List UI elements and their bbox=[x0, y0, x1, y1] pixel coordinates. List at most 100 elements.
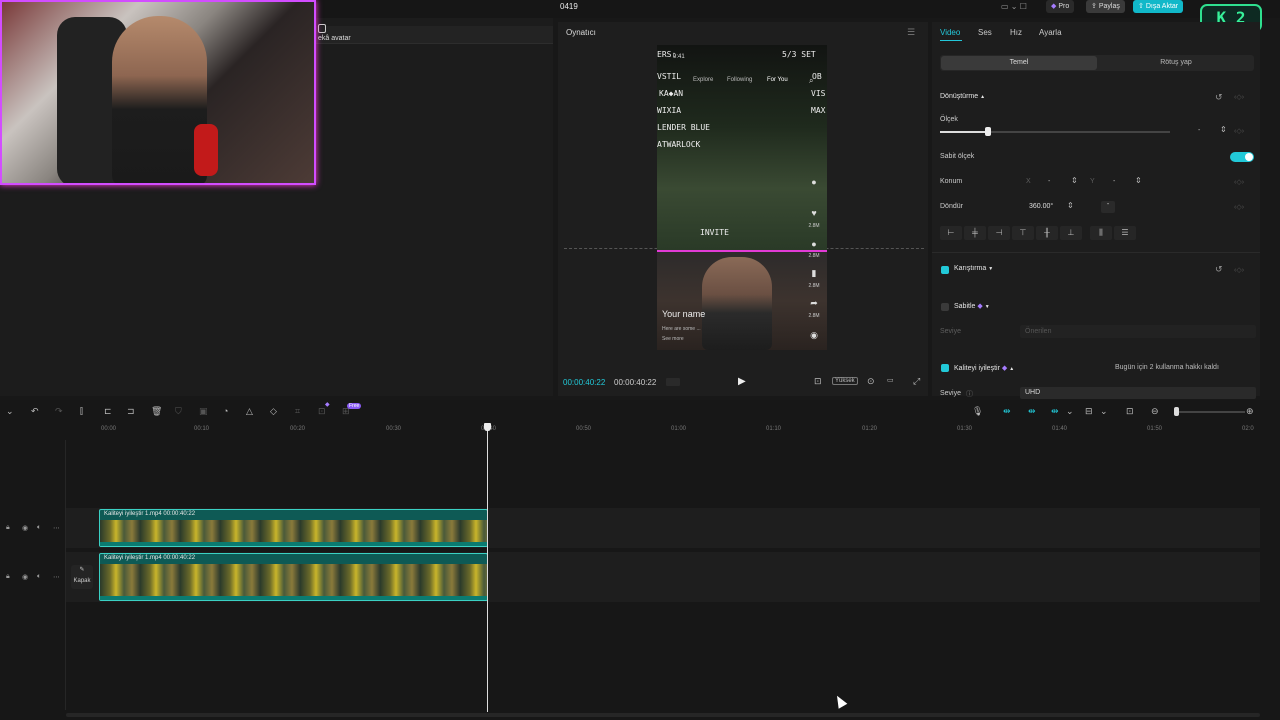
preview-right-item: VIS bbox=[811, 89, 826, 98]
subtab-retouch[interactable]: Rötuş yap bbox=[1098, 56, 1254, 70]
aspect-ratio-icon[interactable]: ▭ bbox=[887, 376, 894, 384]
freeze-icon[interactable]: ▣ bbox=[199, 406, 208, 417]
tab-speed[interactable]: Hız bbox=[1010, 28, 1022, 37]
enhance-checkbox[interactable] bbox=[941, 364, 949, 372]
chevron-down-icon[interactable]: ⌄ bbox=[1100, 406, 1108, 417]
distribute-v-icon[interactable]: ☰ bbox=[1114, 226, 1136, 240]
blend-checkbox[interactable] bbox=[941, 266, 949, 274]
zoom-slider[interactable] bbox=[1175, 411, 1245, 413]
align-center-v-icon[interactable]: ╫ bbox=[1036, 226, 1058, 240]
align-top-icon[interactable]: ⊤ bbox=[1012, 226, 1034, 240]
lock-icon[interactable]: 🔒︎ bbox=[6, 573, 10, 581]
share-button[interactable]: ⇪ Paylaş bbox=[1086, 0, 1125, 13]
pro-button[interactable]: ◆ Pro bbox=[1046, 0, 1075, 13]
redo-icon[interactable]: ↷ bbox=[55, 406, 63, 417]
layout-icon[interactable]: ▭ ⌄ ☐ bbox=[1001, 2, 1027, 11]
quality-button[interactable]: Yüksek bbox=[832, 377, 858, 385]
mirror-icon[interactable]: △ bbox=[246, 406, 253, 417]
tab-adjust[interactable]: Ayarla bbox=[1039, 28, 1062, 37]
speed-icon[interactable]: ◔ bbox=[223, 406, 228, 416]
video-preview[interactable]: ERS: 9:41 5/3 SET Explore Following For … bbox=[657, 45, 827, 350]
stabilize-section-title[interactable]: Sabitle ◆ ▼ bbox=[954, 302, 990, 310]
tab-audio[interactable]: Ses bbox=[978, 28, 992, 37]
scale-stepper[interactable]: ⇕ bbox=[1220, 125, 1227, 134]
current-time: 00:00:40:22 bbox=[563, 378, 606, 387]
magnet-icon[interactable]: ⇹ bbox=[1028, 406, 1036, 417]
enhance-section-title[interactable]: Kaliteyi iyileştir ◆ ▲ bbox=[954, 364, 1014, 372]
lock-icon[interactable]: 🔒︎ bbox=[6, 524, 10, 532]
chevron-down-icon[interactable]: ⌄ bbox=[1066, 406, 1074, 417]
preview-axis-icon[interactable]: ⊡ bbox=[1126, 406, 1134, 417]
info-icon[interactable]: ⓘ bbox=[966, 389, 973, 399]
zoom-fit-icon[interactable]: ⊙ bbox=[867, 376, 875, 387]
diamond-icon: ◆ bbox=[325, 402, 330, 408]
transform-section-title[interactable]: Dönüştürme ▲ bbox=[940, 93, 985, 100]
keyframe-icon[interactable]: ‹◇› bbox=[1234, 127, 1244, 135]
scale-value[interactable]: - bbox=[1198, 127, 1200, 134]
delete-icon[interactable]: 🗑 bbox=[151, 406, 162, 417]
cover-button[interactable]: ✎ Kapak bbox=[71, 565, 93, 589]
split-right-icon[interactable]: ⊐ bbox=[127, 406, 135, 417]
more-icon[interactable]: ⋯ bbox=[53, 524, 60, 532]
timeline-scrollbar[interactable] bbox=[66, 713, 1260, 717]
keyframe-icon[interactable]: ‹◇› bbox=[1234, 266, 1244, 274]
x-stepper[interactable]: ⇕ bbox=[1071, 176, 1078, 185]
crop-icon[interactable]: ⌗ bbox=[295, 406, 300, 417]
menu-icon[interactable]: ☰ bbox=[907, 27, 915, 38]
y-value-input[interactable]: - bbox=[1113, 178, 1115, 185]
zoom-slider-handle[interactable] bbox=[1174, 407, 1179, 416]
link-clips-icon[interactable]: ⇹ bbox=[1003, 406, 1011, 417]
crop-preview-icon[interactable]: ⊡ bbox=[814, 376, 822, 387]
shield-icon[interactable]: ⛉ bbox=[175, 406, 182, 417]
blend-section-title[interactable]: Karıştırma ▼ bbox=[954, 265, 993, 272]
microphone-icon[interactable]: 🎙 bbox=[972, 406, 983, 417]
y-stepper[interactable]: ⇕ bbox=[1135, 176, 1142, 185]
subtab-basic[interactable]: Temel bbox=[941, 56, 1097, 70]
stabilize-checkbox[interactable] bbox=[941, 303, 949, 311]
rotate-icon[interactable]: ◇ bbox=[270, 406, 277, 417]
tab-video[interactable]: Video bbox=[940, 28, 960, 37]
align-right-icon[interactable]: ⊣ bbox=[988, 226, 1010, 240]
ai-avatar-icon[interactable] bbox=[318, 24, 326, 33]
playhead[interactable] bbox=[487, 424, 488, 712]
reset-icon[interactable]: ↺ bbox=[1215, 92, 1223, 103]
eye-icon[interactable]: ◉ bbox=[22, 524, 28, 532]
rotate-stepper[interactable]: ⇕ bbox=[1067, 201, 1074, 210]
x-value-input[interactable]: - bbox=[1048, 178, 1050, 185]
select-mode-chevron-icon[interactable]: ⌄ bbox=[6, 406, 14, 417]
preview-tab-following: Following bbox=[727, 77, 753, 83]
align-bottom-icon[interactable]: ⊥ bbox=[1060, 226, 1082, 240]
more-icon[interactable]: ⋯ bbox=[53, 573, 60, 581]
keyframe-icon[interactable]: ‹◇› bbox=[1234, 93, 1244, 101]
volume-icon[interactable]: 🔈︎ bbox=[37, 573, 41, 581]
play-button[interactable]: ▶ bbox=[738, 376, 746, 387]
video-clip[interactable]: Kaliteyi iyileştir 1.mp4 00:00:40:22 bbox=[99, 509, 488, 547]
playhead-handle[interactable] bbox=[484, 423, 491, 431]
volume-icon[interactable]: 🔈︎ bbox=[37, 524, 41, 532]
zoom-in-icon[interactable]: ⊕ bbox=[1246, 406, 1254, 417]
timecode-format-icon[interactable] bbox=[666, 378, 680, 386]
align-left-icon[interactable]: ⊢ bbox=[940, 226, 962, 240]
rotate-value-input[interactable]: 360.00° bbox=[1029, 203, 1053, 210]
undo-icon[interactable]: ↶ bbox=[31, 406, 39, 417]
reset-icon[interactable]: ↺ bbox=[1215, 264, 1223, 275]
video-clip[interactable]: Kaliteyi iyileştir 1.mp4 00:00:40:22 bbox=[99, 553, 488, 601]
rotate-flip-button[interactable]: - bbox=[1101, 201, 1115, 213]
keyframe-icon[interactable]: ‹◇› bbox=[1234, 203, 1244, 211]
split-view-icon[interactable]: ⊟ bbox=[1085, 406, 1093, 417]
eye-icon[interactable]: ◉ bbox=[22, 573, 28, 581]
clip-label: Kaliteyi iyileştir 1.mp4 00:00:40:22 bbox=[104, 511, 196, 517]
fullscreen-icon[interactable]: ⤢ bbox=[913, 376, 920, 387]
align-center-h-icon[interactable]: ╪ bbox=[964, 226, 986, 240]
distribute-h-icon[interactable]: ⫼ bbox=[1090, 226, 1112, 240]
split-left-icon[interactable]: ⊏ bbox=[104, 406, 112, 417]
scale-slider-handle[interactable] bbox=[985, 127, 991, 136]
enhance-level-select[interactable]: UHD bbox=[1020, 387, 1256, 399]
export-button[interactable]: ⇧ Dışa Aktar bbox=[1133, 0, 1184, 13]
keyframe-icon[interactable]: ‹◇› bbox=[1234, 178, 1244, 186]
split-icon[interactable]: ⫿ bbox=[80, 406, 83, 417]
stabilize-level-select[interactable]: Önerilen bbox=[1020, 325, 1256, 338]
snap-icon[interactable]: ⇹ bbox=[1051, 406, 1059, 417]
zoom-out-icon[interactable]: ⊖ bbox=[1151, 406, 1159, 417]
uniform-scale-toggle[interactable] bbox=[1230, 152, 1254, 162]
